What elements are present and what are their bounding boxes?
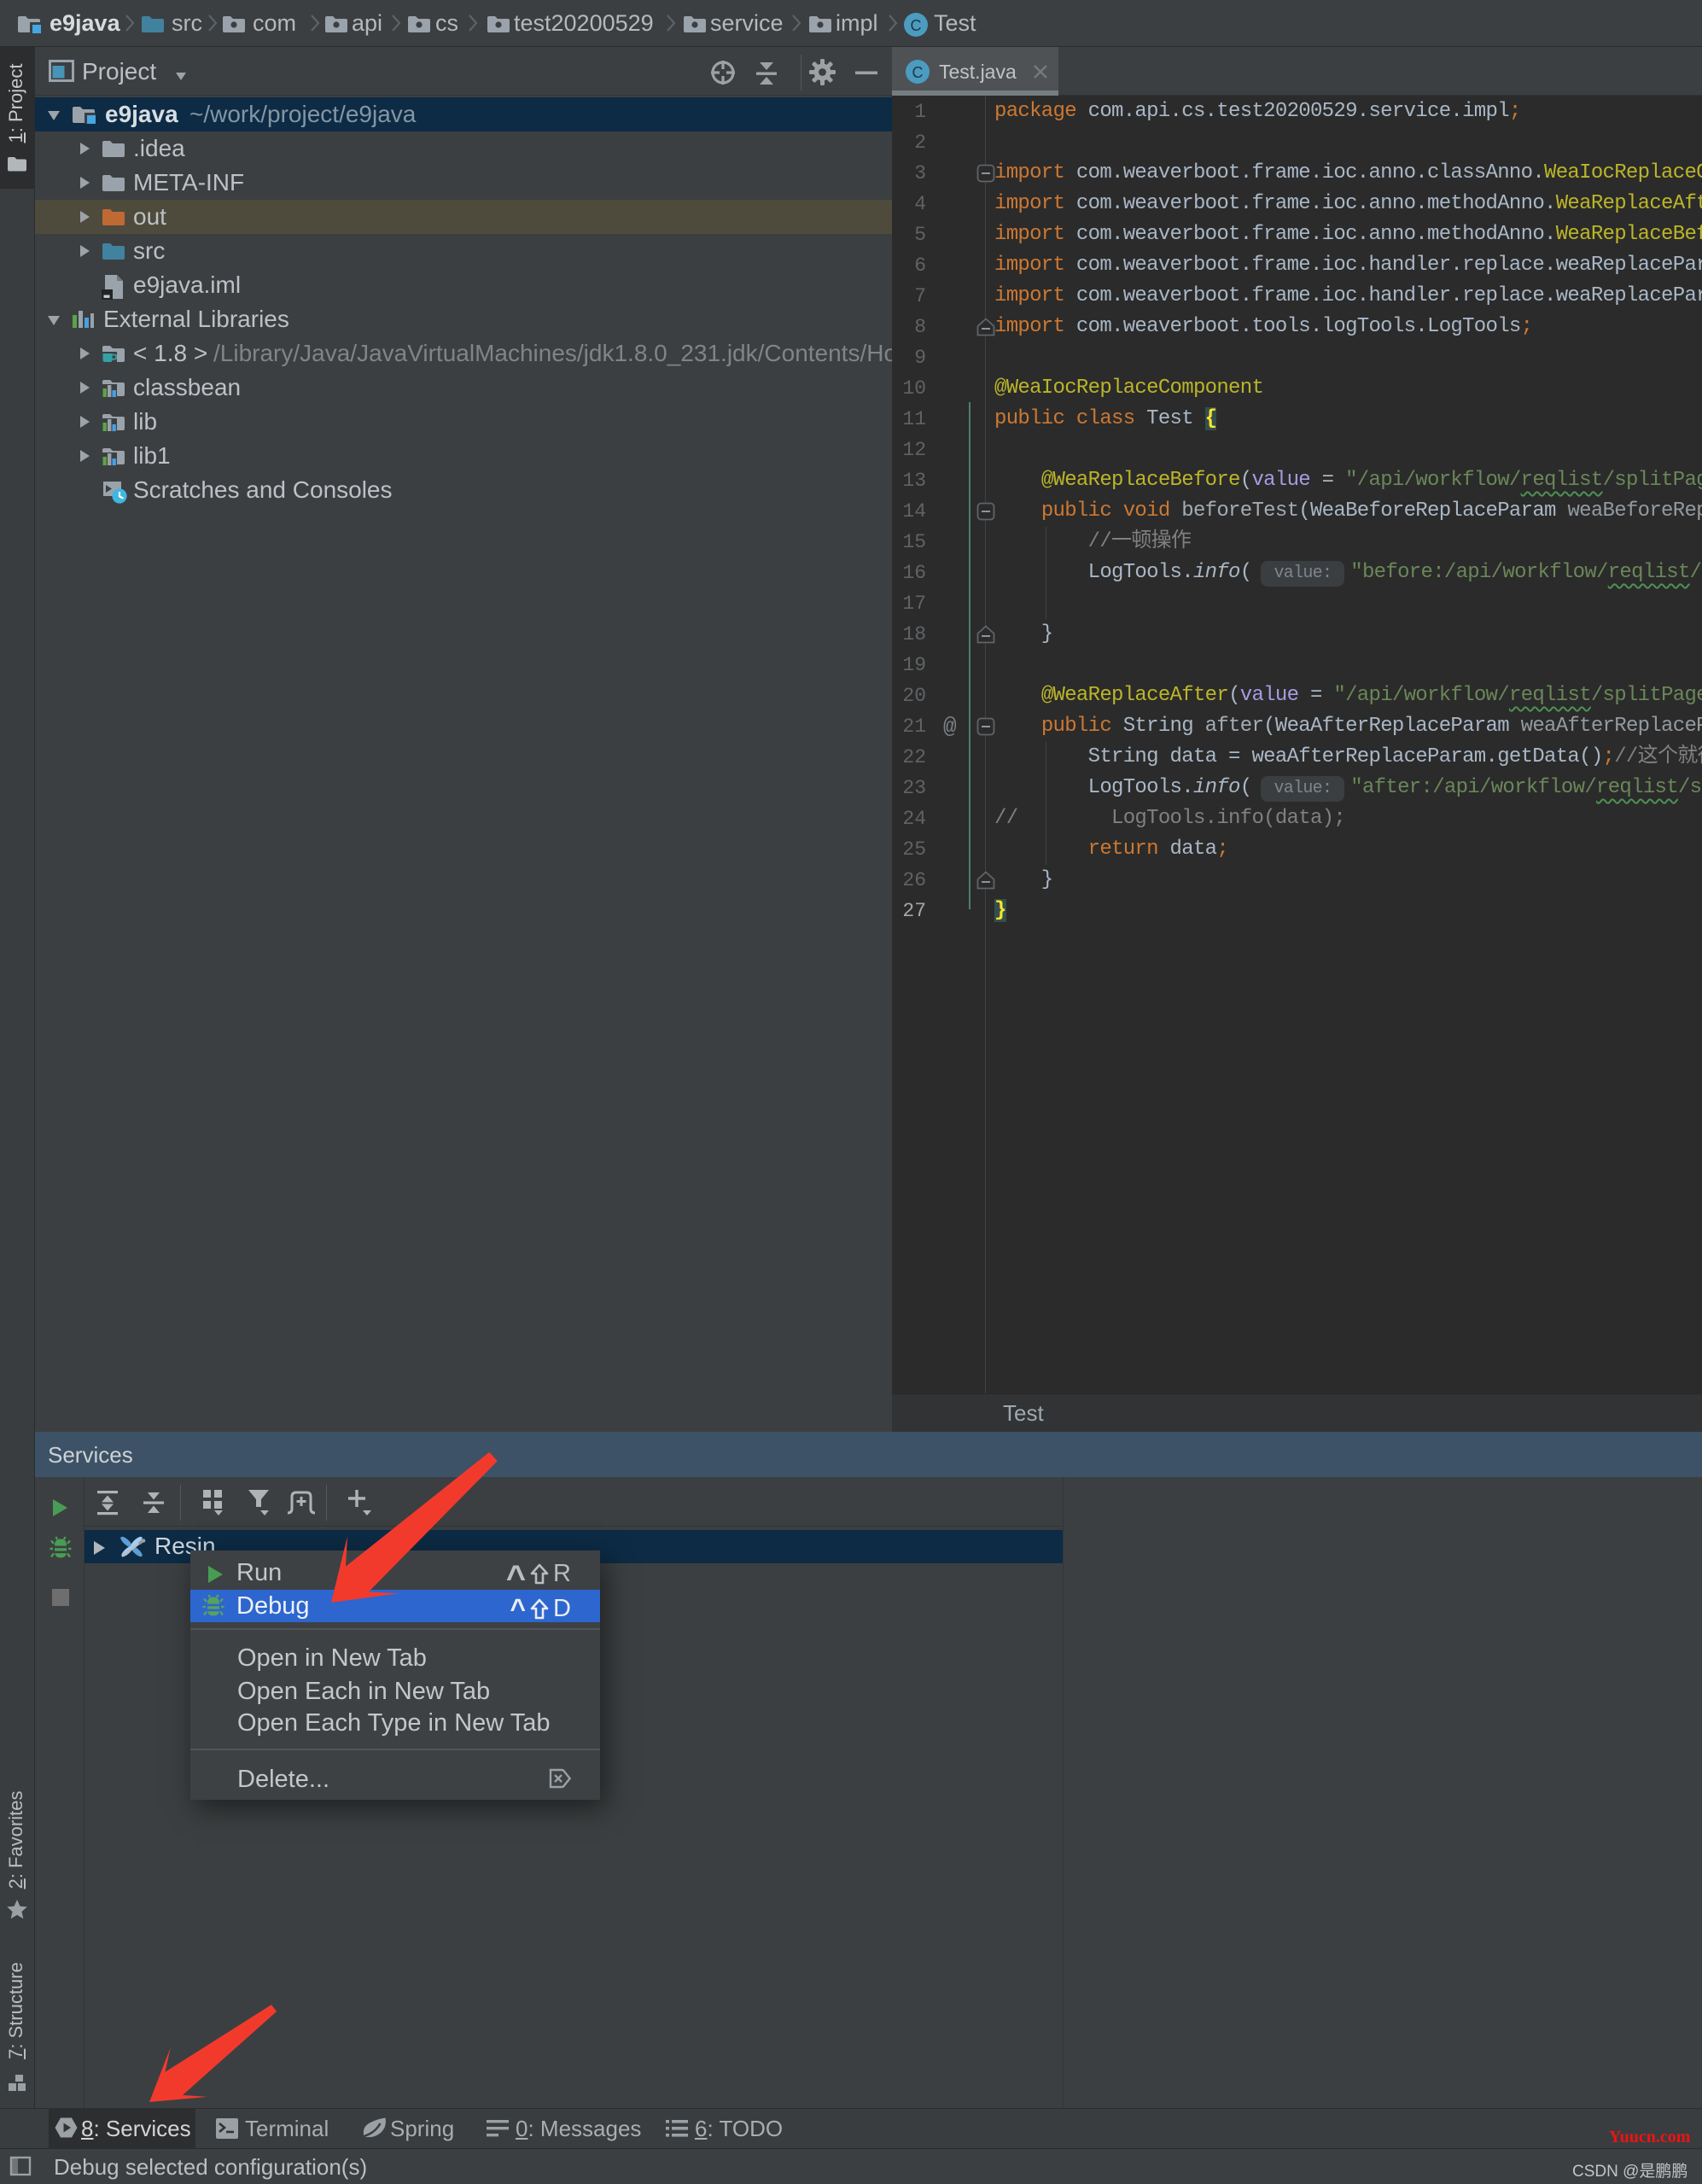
svg-text:C: C [911,17,922,34]
